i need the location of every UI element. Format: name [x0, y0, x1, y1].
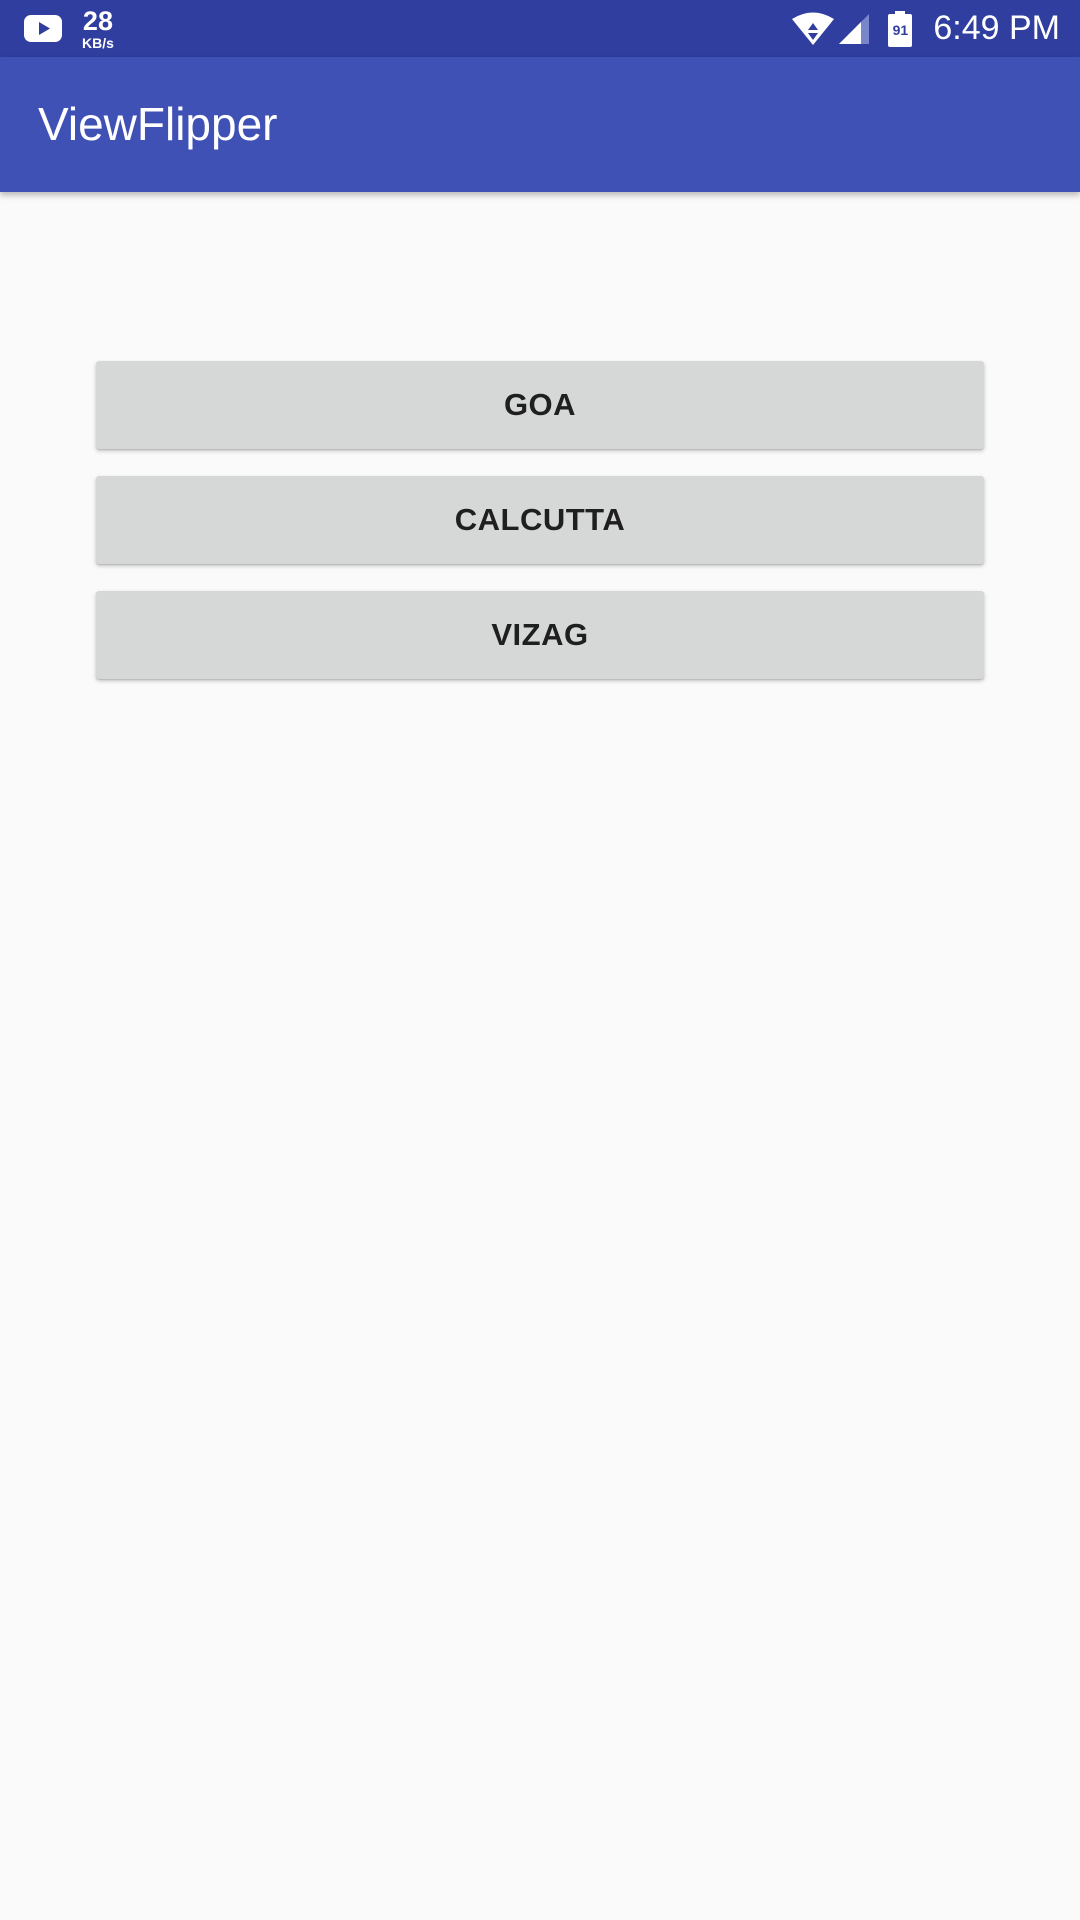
goa-button[interactable]: GOA — [96, 361, 984, 449]
network-speed: 28 KB/s — [82, 5, 114, 51]
cell-signal-icon — [839, 13, 870, 44]
network-speed-unit: KB/s — [82, 34, 114, 51]
app-title: ViewFlipper — [38, 98, 278, 150]
youtube-icon — [24, 15, 62, 42]
network-speed-value: 28 — [82, 5, 113, 36]
status-bar-left: 28 KB/s — [24, 0, 114, 57]
battery-level: 91 — [892, 21, 909, 38]
status-bar: 28 KB/s 91 6:49 PM — [0, 0, 1080, 57]
calcutta-button[interactable]: CALCUTTA — [96, 476, 984, 564]
status-bar-clock: 6:49 PM — [933, 9, 1060, 47]
vizag-button[interactable]: VIZAG — [96, 591, 984, 679]
battery-indicator: 91 — [887, 10, 913, 47]
status-bar-right: 91 6:49 PM — [791, 0, 1060, 57]
wifi-icon — [792, 12, 835, 45]
app-bar: ViewFlipper — [0, 57, 1080, 192]
